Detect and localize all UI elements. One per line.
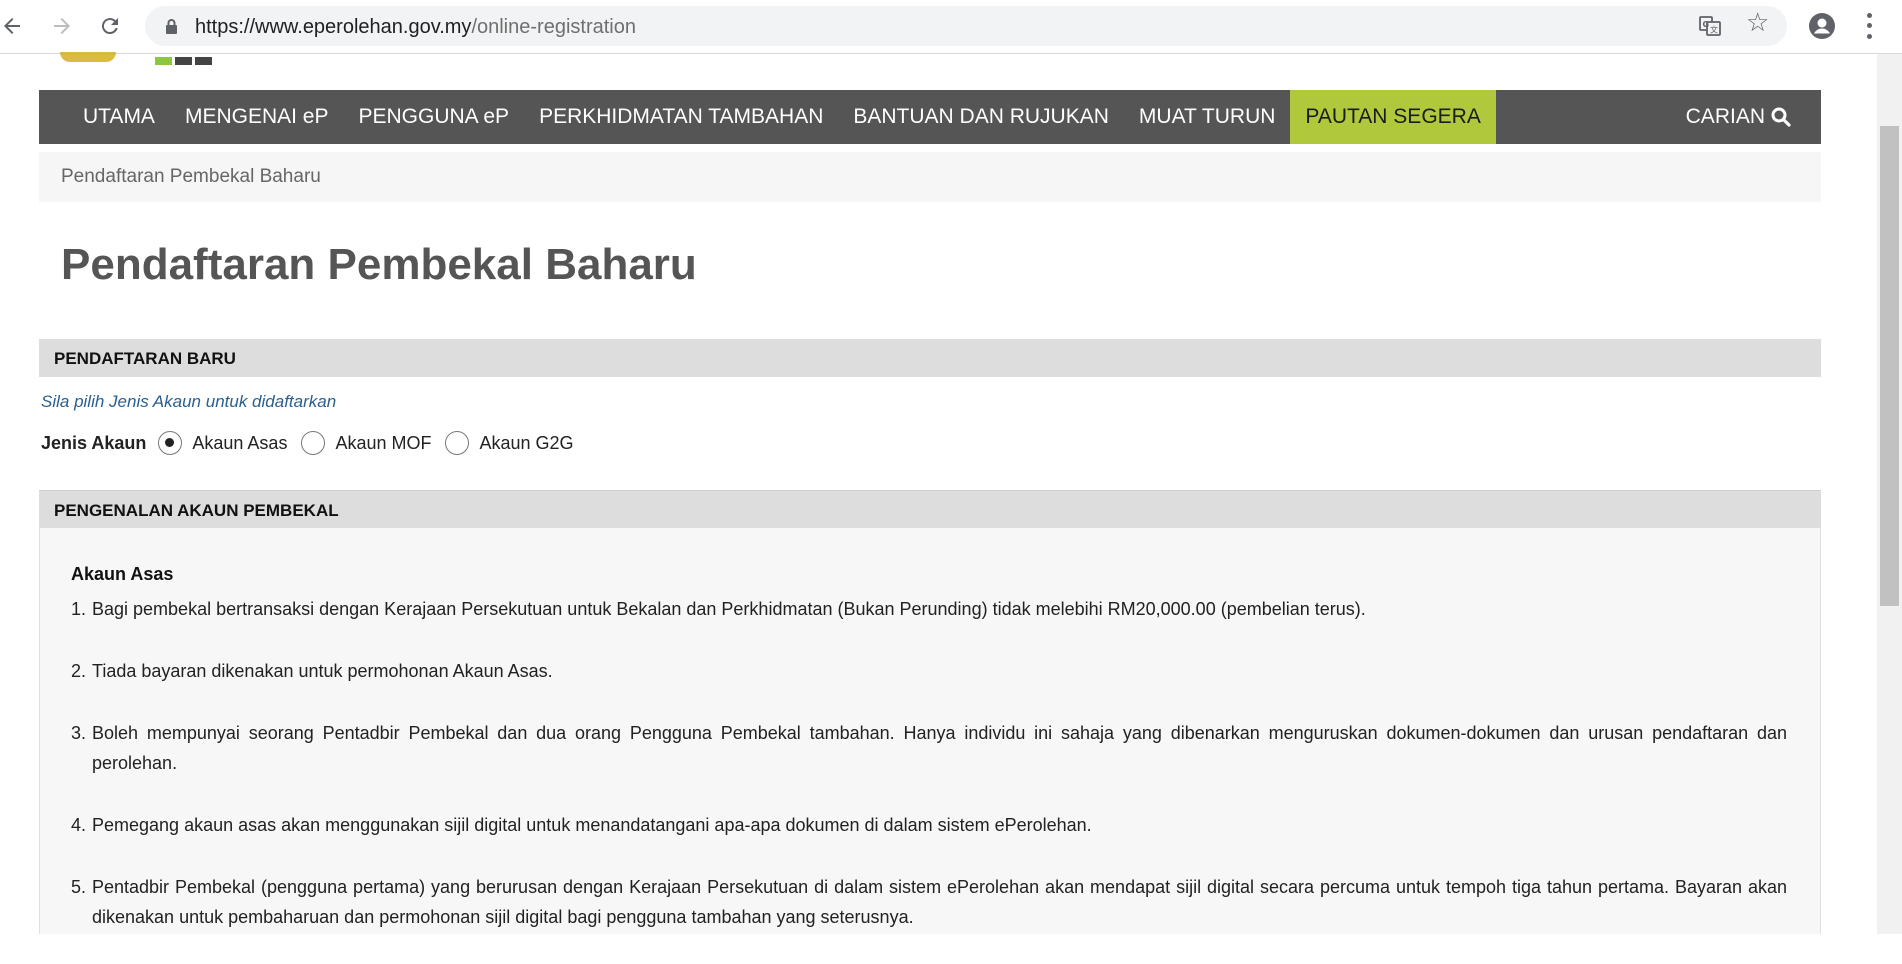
registration-section-header: PENDAFTARAN BARU <box>39 339 1821 377</box>
reload-icon[interactable] <box>94 10 126 42</box>
intro-section-header: PENGENALAN AKAUN PEMBEKAL <box>39 490 1821 528</box>
account-type-radio-group: Jenis Akaun Akaun Asas Akaun MOF Akaun G… <box>41 428 588 458</box>
list-item: 1. Bagi pembekal bertransaksi dengan Kera… <box>71 594 1787 624</box>
main-navigation: UTAMA MENGENAI eP PENGGUNA eP PERKHIDMAT… <box>39 90 1821 144</box>
list-item: 4. Pemegang akaun asas akan menggunakan s… <box>71 810 1787 840</box>
list-item-number: 1. <box>71 599 87 619</box>
radio-button-akaun-asas[interactable] <box>158 431 183 455</box>
svg-text:文: 文 <box>1710 25 1718 35</box>
radio-option-akaun-mof[interactable]: Akaun MOF <box>301 431 431 455</box>
search-button[interactable]: CARIAN <box>1686 90 1821 144</box>
url-host: https://www.eperolehan.gov.my <box>195 16 472 38</box>
nav-item-perkhidmatan-tambahan[interactable]: PERKHIDMATAN TAMBAHAN <box>524 90 838 144</box>
list-item: 3. Boleh mempunyai seorang Pentadbir Pemb… <box>71 718 1787 778</box>
radio-option-akaun-asas[interactable]: Akaun Asas <box>158 431 287 455</box>
profile-avatar-icon[interactable] <box>1808 12 1836 40</box>
lock-icon <box>166 19 177 34</box>
nav-item-pengguna-ep[interactable]: PENGGUNA eP <box>344 90 525 144</box>
page-title: Pendaftaran Pembekal Baharu <box>61 240 697 289</box>
url-path: /online-registration <box>471 16 636 38</box>
list-item-text: Bagi pembekal bertransaksi dengan Keraja… <box>92 599 1366 619</box>
scrollbar-thumb[interactable] <box>1880 126 1899 606</box>
nav-item-muat-turun[interactable]: MUAT TURUN <box>1124 90 1291 144</box>
translate-icon[interactable]: G 文 <box>1698 14 1722 38</box>
nav-item-pautan-segera[interactable]: PAUTAN SEGERA <box>1290 90 1496 144</box>
intro-list: 1. Bagi pembekal bertransaksi dengan Kera… <box>71 594 1787 964</box>
svg-text:G: G <box>1703 20 1710 29</box>
intro-subtitle: Akaun Asas <box>71 564 174 584</box>
site-logo[interactable] <box>60 52 116 62</box>
list-item: 5. Pentadbir Pembekal (pengguna pertama) … <box>71 872 1787 932</box>
search-icon <box>1771 107 1791 127</box>
list-item-number: 5. <box>71 877 87 897</box>
list-item-number: 4. <box>71 815 87 835</box>
radio-button-akaun-g2g[interactable] <box>445 431 470 455</box>
url-text: https://www.eperolehan.gov.my/online-reg… <box>195 16 636 39</box>
account-type-label: Jenis Akaun <box>41 432 147 453</box>
search-label: CARIAN <box>1685 105 1765 128</box>
browser-toolbar: https://www.eperolehan.gov.my/online-reg… <box>0 0 1902 54</box>
forward-arrow-icon[interactable] <box>46 10 78 42</box>
nav-item-mengenai-ep[interactable]: MENGENAI eP <box>170 90 344 144</box>
radio-option-akaun-g2g[interactable]: Akaun G2G <box>445 431 574 455</box>
radio-label-akaun-g2g: Akaun G2G <box>479 432 574 453</box>
list-item-text: Boleh mempunyai seorang Pentadbir Pembek… <box>92 723 1787 773</box>
radio-button-akaun-mof[interactable] <box>301 431 326 455</box>
list-item-number: 3. <box>71 723 87 743</box>
radio-label-akaun-asas: Akaun Asas <box>192 432 288 453</box>
bookmark-star-icon[interactable]: ☆ <box>1746 9 1770 35</box>
site-logo-mark <box>155 52 215 65</box>
back-arrow-icon[interactable] <box>0 10 28 42</box>
radio-label-akaun-mof: Akaun MOF <box>335 432 432 453</box>
nav-item-utama[interactable]: UTAMA <box>39 90 170 144</box>
list-item-number: 2. <box>71 661 87 681</box>
account-type-hint: Sila pilih Jenis Akaun untuk didaftarkan <box>41 392 337 411</box>
browser-menu-icon[interactable] <box>1862 10 1876 42</box>
nav-item-bantuan-dan-rujukan[interactable]: BANTUAN DAN RUJUKAN <box>838 90 1124 144</box>
list-item-text: Tiada bayaran dikenakan untuk permohonan… <box>92 661 553 681</box>
list-item: 2. Tiada bayaran dikenakan untuk permohon… <box>71 656 1787 686</box>
address-bar[interactable]: https://www.eperolehan.gov.my/online-reg… <box>145 6 1787 46</box>
list-item-text: Pentadbir Pembekal (pengguna pertama) ya… <box>92 877 1787 927</box>
list-item-text: Pemegang akaun asas akan menggunakan sij… <box>92 815 1092 835</box>
breadcrumb: Pendaftaran Pembekal Baharu <box>39 152 1821 202</box>
intro-panel: Akaun Asas 1. Bagi pembekal bertransaksi … <box>39 528 1821 934</box>
page-scrollbar[interactable] <box>1877 54 1902 934</box>
